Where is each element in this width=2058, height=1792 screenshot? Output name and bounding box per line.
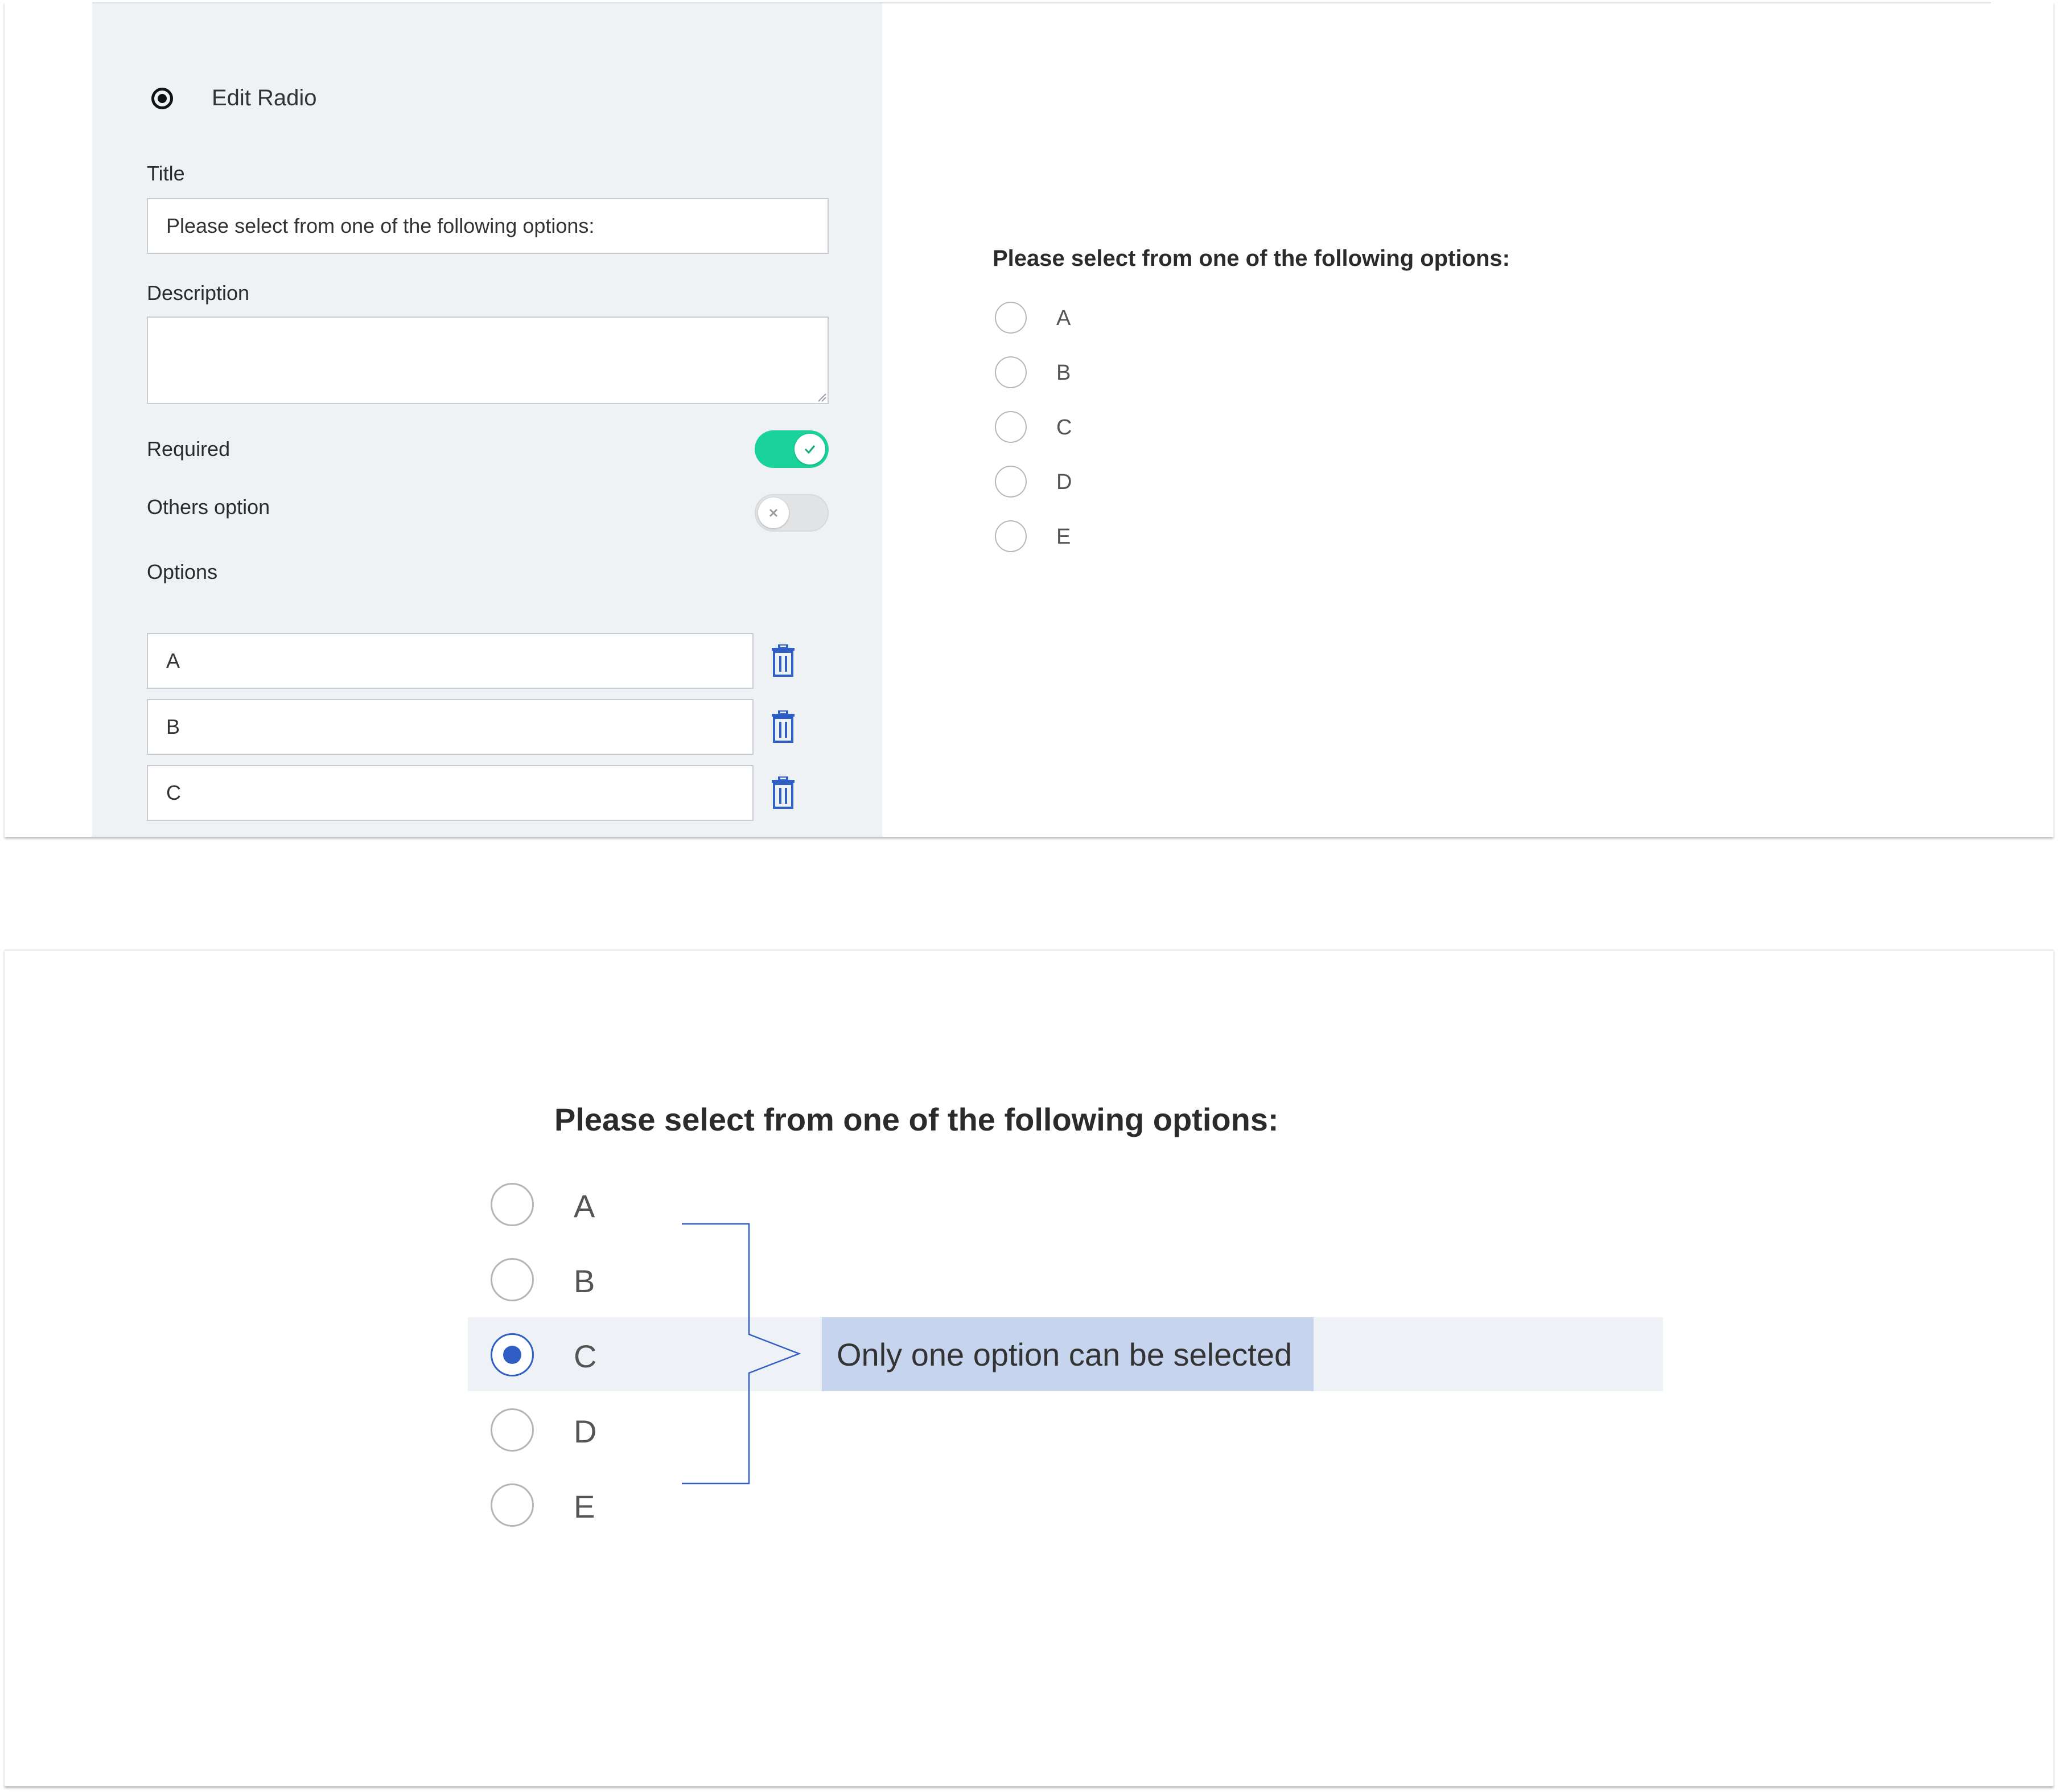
preview-radio-a[interactable] bbox=[995, 302, 1027, 334]
top-border bbox=[5, 950, 2053, 951]
example-label-b: B bbox=[574, 1263, 595, 1299]
editor-card: Edit Radio Title Please select from one … bbox=[5, 2, 2053, 837]
preview-radio-c[interactable] bbox=[995, 411, 1027, 443]
radio-type-icon bbox=[151, 87, 173, 109]
edit-panel: Edit Radio Title Please select from one … bbox=[92, 2, 882, 837]
description-textarea[interactable] bbox=[147, 317, 829, 404]
example-radio-b[interactable] bbox=[491, 1258, 534, 1301]
options-label: Options bbox=[147, 560, 218, 583]
panel-title: Edit Radio bbox=[212, 85, 317, 110]
example-label-d: D bbox=[574, 1413, 597, 1449]
description-label: Description bbox=[147, 281, 250, 305]
preview-label-c: C bbox=[1056, 416, 1072, 439]
example-question: Please select from one of the following … bbox=[554, 1101, 1279, 1137]
option-input-c[interactable]: C bbox=[147, 765, 754, 821]
trash-icon[interactable] bbox=[771, 775, 796, 809]
preview-question: Please select from one of the following … bbox=[993, 246, 1510, 271]
example-radio-d[interactable] bbox=[491, 1408, 534, 1452]
preview-radio-d[interactable] bbox=[995, 466, 1027, 498]
title-label: Title bbox=[147, 162, 185, 185]
example-radio-a[interactable] bbox=[491, 1183, 534, 1226]
callout-label: Only one option can be selected bbox=[822, 1317, 1314, 1391]
preview-label-a: A bbox=[1056, 306, 1071, 330]
curly-bracket-icon bbox=[682, 1223, 801, 1485]
others-toggle[interactable] bbox=[755, 494, 829, 532]
textarea-resize-handle[interactable] bbox=[817, 393, 826, 402]
option-input-a[interactable]: A bbox=[147, 633, 754, 689]
option-input-b[interactable]: B bbox=[147, 699, 754, 755]
example-card: Please select from one of the following … bbox=[5, 950, 2053, 1786]
example-label-c: C bbox=[574, 1338, 597, 1374]
title-input[interactable]: Please select from one of the following … bbox=[147, 198, 829, 254]
example-radio-c-selected[interactable] bbox=[491, 1333, 534, 1376]
required-label: Required bbox=[147, 437, 231, 461]
preview-radio-b[interactable] bbox=[995, 356, 1027, 388]
preview-radio-e[interactable] bbox=[995, 520, 1027, 552]
preview-label-b: B bbox=[1056, 361, 1071, 385]
trash-icon[interactable] bbox=[771, 709, 796, 743]
trash-icon[interactable] bbox=[771, 643, 796, 677]
x-icon bbox=[758, 498, 789, 528]
preview-label-e: E bbox=[1056, 525, 1071, 549]
example-label-e: E bbox=[574, 1489, 595, 1524]
example-label-a: A bbox=[574, 1188, 595, 1224]
preview-label-d: D bbox=[1056, 470, 1072, 494]
top-border bbox=[92, 2, 1991, 3]
example-radio-e[interactable] bbox=[491, 1483, 534, 1527]
required-toggle[interactable] bbox=[755, 430, 829, 468]
panel-header: Edit Radio bbox=[151, 85, 317, 111]
others-label: Others option bbox=[147, 495, 270, 519]
check-icon bbox=[795, 434, 825, 465]
